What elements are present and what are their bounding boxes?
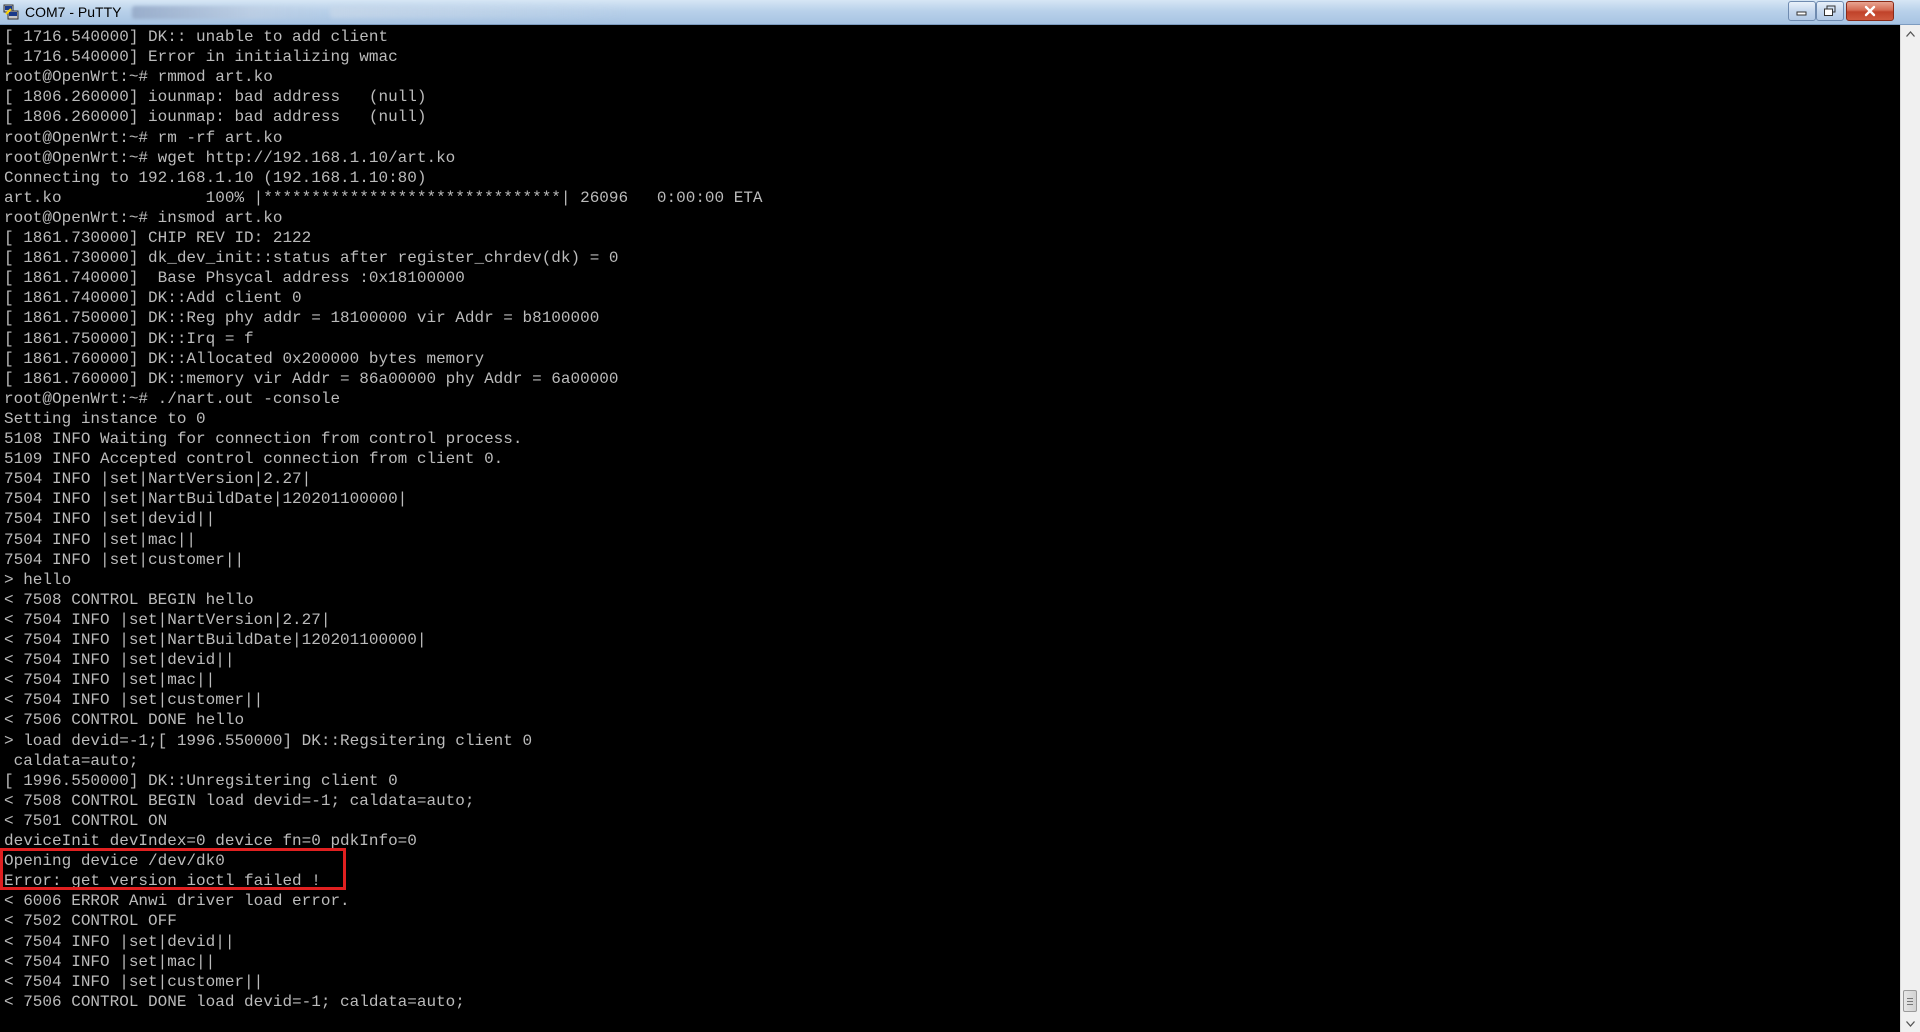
terminal-line: < 7504 INFO |set|devid|| <box>4 651 235 670</box>
terminal-line: 5108 INFO Waiting for connection from co… <box>4 430 523 448</box>
window-title: COM7 - PuTTY <box>25 4 122 20</box>
terminal-line: [ 1861.750000] DK::Reg phy addr = 181000… <box>4 309 600 328</box>
thumb-grip-line <box>1907 1004 1913 1005</box>
terminal-line: [ 1716.540000] Error in initializing wma… <box>4 48 398 67</box>
terminal-line: [ 1861.760000] DK::Allocated 0x200000 by… <box>4 349 485 368</box>
putty-window: COM7 - PuTTY [ 1716.540000] DK:: unable … <box>0 0 1920 1032</box>
thumb-grip-line <box>1907 998 1913 999</box>
terminal-line: 7504 INFO |set|NartVersion|2.27| <box>4 470 312 489</box>
terminal-line: 7504 INFO |set|customer|| <box>4 550 245 569</box>
terminal-line: 7504 INFO |set|mac|| <box>4 530 197 549</box>
terminal-line: [ 1861.740000] Base Phsycal address :0x1… <box>4 269 465 288</box>
terminal-line: > load devid=-1;[ 1996.550000] DK::Regsi… <box>4 731 533 750</box>
terminal-line: < 7504 INFO |set|NartBuildDate|120201100… <box>4 631 427 649</box>
scroll-down-button[interactable] <box>1901 1015 1920 1032</box>
scroll-down-arrow-icon <box>1906 1020 1915 1027</box>
terminal-line: Connecting to 192.168.1.10 (192.168.1.10… <box>4 168 427 187</box>
terminal-line: < 7504 INFO |set|customer|| <box>4 691 264 710</box>
terminal-line: root@OpenWrt:~# wget http://192.168.1.10… <box>4 148 456 167</box>
title-redaction <box>132 6 332 19</box>
putty-icon[interactable] <box>3 4 19 20</box>
terminal-line: 7504 INFO |set|devid|| <box>4 510 216 529</box>
maximize-button[interactable] <box>1816 1 1844 21</box>
terminal-line: > hello <box>4 570 72 589</box>
close-button[interactable] <box>1846 1 1894 21</box>
terminal-line: root@OpenWrt:~# ./nart.out -console <box>4 389 341 408</box>
terminal-line: [ 1861.760000] DK::memory vir Addr = 86a… <box>4 369 619 388</box>
terminal-line: < 7508 CONTROL BEGIN load devid=-1; cald… <box>4 791 475 810</box>
terminal-line: [ 1861.740000] DK::Add client 0 <box>4 289 302 308</box>
scroll-thumb[interactable] <box>1903 990 1917 1012</box>
terminal-line: < 7506 CONTROL DONE load devid=-1; calda… <box>4 992 465 1011</box>
terminal-line: [ 1806.260000] iounmap: bad address (nul… <box>4 88 427 107</box>
title-bar[interactable]: COM7 - PuTTY <box>0 0 1920 25</box>
terminal-line: < 7504 INFO |set|mac|| <box>4 671 216 690</box>
terminal-line: [ 1806.260000] iounmap: bad address (nul… <box>4 108 427 127</box>
terminal-output[interactable]: [ 1716.540000] DK:: unable to add client… <box>0 25 1900 1032</box>
thumb-grip-line <box>1907 1001 1913 1002</box>
terminal-line: [ 1861.730000] CHIP REV ID: 2122 <box>4 229 312 247</box>
error-highlight-box <box>0 848 346 890</box>
vertical-scrollbar[interactable] <box>1900 25 1920 1032</box>
terminal-line: art.ko 100% |***************************… <box>4 188 763 207</box>
terminal-line: < 7502 CONTROL OFF <box>4 912 177 931</box>
terminal-line: Setting instance to 0 <box>4 409 206 428</box>
terminal-line: 7504 INFO |set|NartBuildDate|12020110000… <box>4 490 408 509</box>
terminal-line: [ 1861.730000] dk_dev_init::status after… <box>4 249 619 268</box>
scroll-up-button[interactable] <box>1901 25 1920 42</box>
minimize-icon <box>1796 11 1807 16</box>
terminal-line: < 7504 INFO |set|customer|| <box>4 972 264 991</box>
terminal-line: < 7504 INFO |set|mac|| <box>4 952 216 971</box>
terminal-line: < 7506 CONTROL DONE hello <box>4 711 245 730</box>
terminal-line: root@OpenWrt:~# insmod art.ko <box>4 208 283 227</box>
terminal-line: [ 1861.750000] DK::Irq = f <box>4 329 254 348</box>
terminal-line: < 7504 INFO |set|devid|| <box>4 932 235 951</box>
minimize-button[interactable] <box>1788 1 1816 21</box>
terminal-line: < 6006 ERROR Anwi driver load error. <box>4 892 350 911</box>
maximize-icon <box>1824 5 1836 16</box>
terminal-line: < 7501 CONTROL ON <box>4 811 168 830</box>
terminal-line: < 7508 CONTROL BEGIN hello <box>4 590 254 609</box>
close-icon <box>1864 5 1876 17</box>
scroll-up-arrow-icon <box>1906 30 1915 37</box>
terminal-line: root@OpenWrt:~# rmmod art.ko <box>4 68 273 87</box>
terminal-line: [ 1716.540000] DK:: unable to add client <box>4 28 389 46</box>
terminal-line: < 7504 INFO |set|NartVersion|2.27| <box>4 610 331 629</box>
terminal-line: root@OpenWrt:~# rm -rf art.ko <box>4 128 283 147</box>
terminal-line: [ 1996.550000] DK::Unregsitering client … <box>4 771 398 790</box>
title-redaction-fade <box>330 6 630 18</box>
terminal-line: caldata=auto; <box>4 751 139 770</box>
terminal-line: 5109 INFO Accepted control connection fr… <box>4 450 504 469</box>
